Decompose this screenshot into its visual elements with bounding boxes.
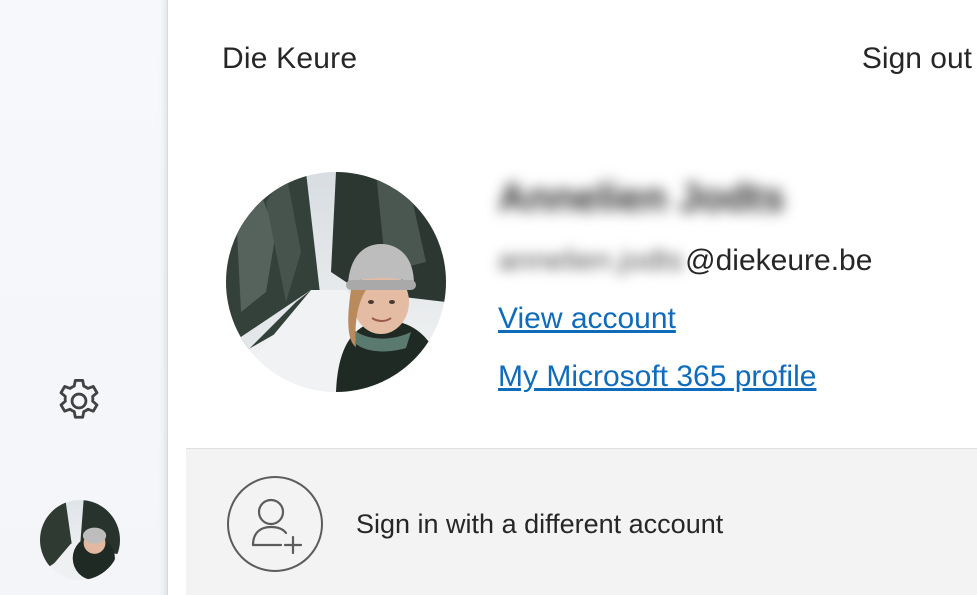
email-local-part: annelien.jodts [498,244,684,277]
profile-photo-image [226,172,446,392]
gear-icon [59,379,99,419]
settings-button[interactable] [48,370,110,432]
view-account-link[interactable]: View account [498,302,676,336]
email-domain: @diekeure.be [685,244,873,277]
sign-in-different-account-label: Sign in with a different account [356,509,724,539]
profile-photo [226,172,446,392]
left-rail [0,0,168,595]
avatar-photo [40,500,120,580]
organization-name: Die Keure [222,42,358,75]
sign-in-different-account-button[interactable]: Sign in with a different account [186,448,977,595]
user-email: annelien.jodts @diekeure.be [498,244,872,278]
account-flyout: Die Keure Sign out Annelien Jodts anneli… [168,0,977,595]
rail-avatar[interactable] [40,500,120,580]
sign-out-button[interactable]: Sign out [862,42,972,76]
add-person-icon [227,476,323,572]
user-display-name: Annelien Jodts [498,176,785,220]
page: Die Keure Sign out Annelien Jodts anneli… [0,0,977,595]
microsoft-365-profile-link[interactable]: My Microsoft 365 profile [498,360,816,394]
